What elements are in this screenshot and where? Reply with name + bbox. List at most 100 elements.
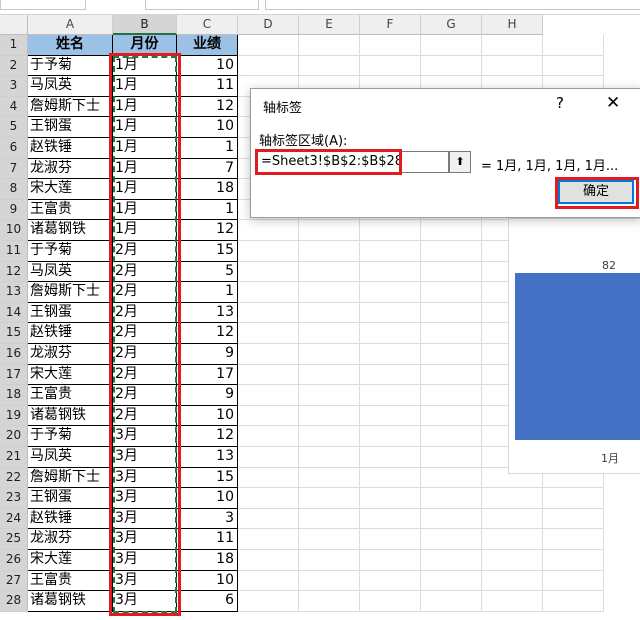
- name-cell[interactable]: 赵铁锤: [28, 138, 113, 159]
- empty-cell[interactable]: [543, 550, 604, 571]
- empty-cell[interactable]: [421, 508, 482, 530]
- row-header[interactable]: 14: [0, 302, 28, 324]
- score-cell[interactable]: 10: [177, 405, 238, 427]
- month-cell[interactable]: 1月: [113, 76, 177, 97]
- month-cell[interactable]: 3月: [113, 447, 177, 468]
- empty-cell[interactable]: [299, 364, 360, 386]
- row-header[interactable]: 9: [0, 199, 28, 221]
- empty-cell[interactable]: [421, 344, 482, 365]
- empty-cell[interactable]: [482, 488, 543, 509]
- empty-cell[interactable]: [299, 529, 360, 550]
- name-cell[interactable]: 王钢蛋: [28, 302, 113, 324]
- name-cell[interactable]: 于予菊: [28, 241, 113, 262]
- month-cell[interactable]: 1月: [113, 117, 177, 138]
- empty-cell[interactable]: [238, 467, 299, 489]
- axis-label-range-input[interactable]: =Sheet3!$B$2:$B$28: [257, 151, 449, 173]
- month-cell[interactable]: 1月: [113, 179, 177, 200]
- empty-cell[interactable]: [360, 467, 421, 489]
- empty-cell[interactable]: [238, 220, 299, 241]
- empty-cell[interactable]: [299, 55, 360, 77]
- column-header-g[interactable]: G: [421, 15, 482, 35]
- name-cell[interactable]: 王富贵: [28, 385, 113, 406]
- name-cell[interactable]: 马凤英: [28, 447, 113, 468]
- score-cell[interactable]: 10: [177, 488, 238, 509]
- row-header[interactable]: 4: [0, 96, 28, 118]
- row-header[interactable]: 3: [0, 76, 28, 97]
- empty-cell[interactable]: [421, 35, 482, 56]
- month-cell[interactable]: 3月: [113, 550, 177, 571]
- empty-cell[interactable]: [299, 550, 360, 571]
- empty-cell[interactable]: [238, 591, 299, 612]
- name-cell[interactable]: 马凤英: [28, 76, 113, 97]
- name-cell[interactable]: 詹姆斯下士: [28, 282, 113, 303]
- empty-cell[interactable]: [238, 385, 299, 406]
- empty-cell[interactable]: [238, 570, 299, 592]
- empty-cell[interactable]: [421, 385, 482, 406]
- empty-cell[interactable]: [360, 447, 421, 468]
- month-cell[interactable]: 3月: [113, 508, 177, 530]
- empty-cell[interactable]: [360, 302, 421, 324]
- name-box[interactable]: [0, 0, 86, 10]
- empty-cell[interactable]: [299, 344, 360, 365]
- name-cell[interactable]: 王富贵: [28, 570, 113, 592]
- empty-cell[interactable]: [421, 241, 482, 262]
- month-cell[interactable]: 2月: [113, 364, 177, 386]
- empty-cell[interactable]: [238, 488, 299, 509]
- score-cell[interactable]: 18: [177, 179, 238, 200]
- empty-cell[interactable]: [421, 591, 482, 612]
- empty-cell[interactable]: [482, 550, 543, 571]
- empty-cell[interactable]: [360, 220, 421, 241]
- name-cell[interactable]: 赵铁锤: [28, 323, 113, 344]
- score-cell[interactable]: 13: [177, 302, 238, 324]
- empty-cell[interactable]: [421, 426, 482, 447]
- empty-cell[interactable]: [238, 550, 299, 571]
- empty-cell[interactable]: [299, 591, 360, 612]
- score-cell[interactable]: 12: [177, 96, 238, 118]
- row-header[interactable]: 12: [0, 261, 28, 283]
- row-header[interactable]: 11: [0, 241, 28, 262]
- empty-cell[interactable]: [299, 405, 360, 427]
- month-cell[interactable]: 3月: [113, 467, 177, 489]
- empty-cell[interactable]: [238, 508, 299, 530]
- empty-cell[interactable]: [238, 344, 299, 365]
- name-cell[interactable]: 于予菊: [28, 426, 113, 447]
- month-cell[interactable]: 2月: [113, 302, 177, 324]
- empty-cell[interactable]: [543, 570, 604, 592]
- empty-cell[interactable]: [360, 282, 421, 303]
- empty-cell[interactable]: [421, 447, 482, 468]
- close-icon[interactable]: ✕: [606, 93, 620, 113]
- score-cell[interactable]: 9: [177, 344, 238, 365]
- empty-cell[interactable]: [238, 405, 299, 427]
- name-cell[interactable]: 宋大莲: [28, 364, 113, 386]
- empty-cell[interactable]: [421, 550, 482, 571]
- empty-cell[interactable]: [299, 261, 360, 283]
- name-cell[interactable]: 于予菊: [28, 55, 113, 77]
- empty-cell[interactable]: [360, 426, 421, 447]
- empty-cell[interactable]: [360, 55, 421, 77]
- empty-cell[interactable]: [299, 220, 360, 241]
- empty-cell[interactable]: [299, 570, 360, 592]
- score-cell[interactable]: 12: [177, 323, 238, 344]
- score-cell[interactable]: 17: [177, 364, 238, 386]
- row-header[interactable]: 23: [0, 488, 28, 509]
- empty-cell[interactable]: [299, 241, 360, 262]
- month-cell[interactable]: 2月: [113, 241, 177, 262]
- empty-cell[interactable]: [421, 529, 482, 550]
- empty-cell[interactable]: [482, 55, 543, 77]
- name-cell[interactable]: 王富贵: [28, 199, 113, 221]
- row-header[interactable]: 2: [0, 55, 28, 77]
- month-cell[interactable]: 1月: [113, 96, 177, 118]
- row-header[interactable]: 26: [0, 550, 28, 571]
- score-cell[interactable]: 10: [177, 117, 238, 138]
- empty-cell[interactable]: [299, 35, 360, 56]
- score-cell[interactable]: 11: [177, 76, 238, 97]
- score-cell[interactable]: 9: [177, 385, 238, 406]
- month-cell[interactable]: 1月: [113, 138, 177, 159]
- score-cell[interactable]: 11: [177, 529, 238, 550]
- score-cell[interactable]: 18: [177, 550, 238, 571]
- empty-cell[interactable]: [360, 323, 421, 344]
- empty-cell[interactable]: [299, 467, 360, 489]
- empty-cell[interactable]: [299, 385, 360, 406]
- empty-cell[interactable]: [543, 55, 604, 77]
- empty-cell[interactable]: [238, 241, 299, 262]
